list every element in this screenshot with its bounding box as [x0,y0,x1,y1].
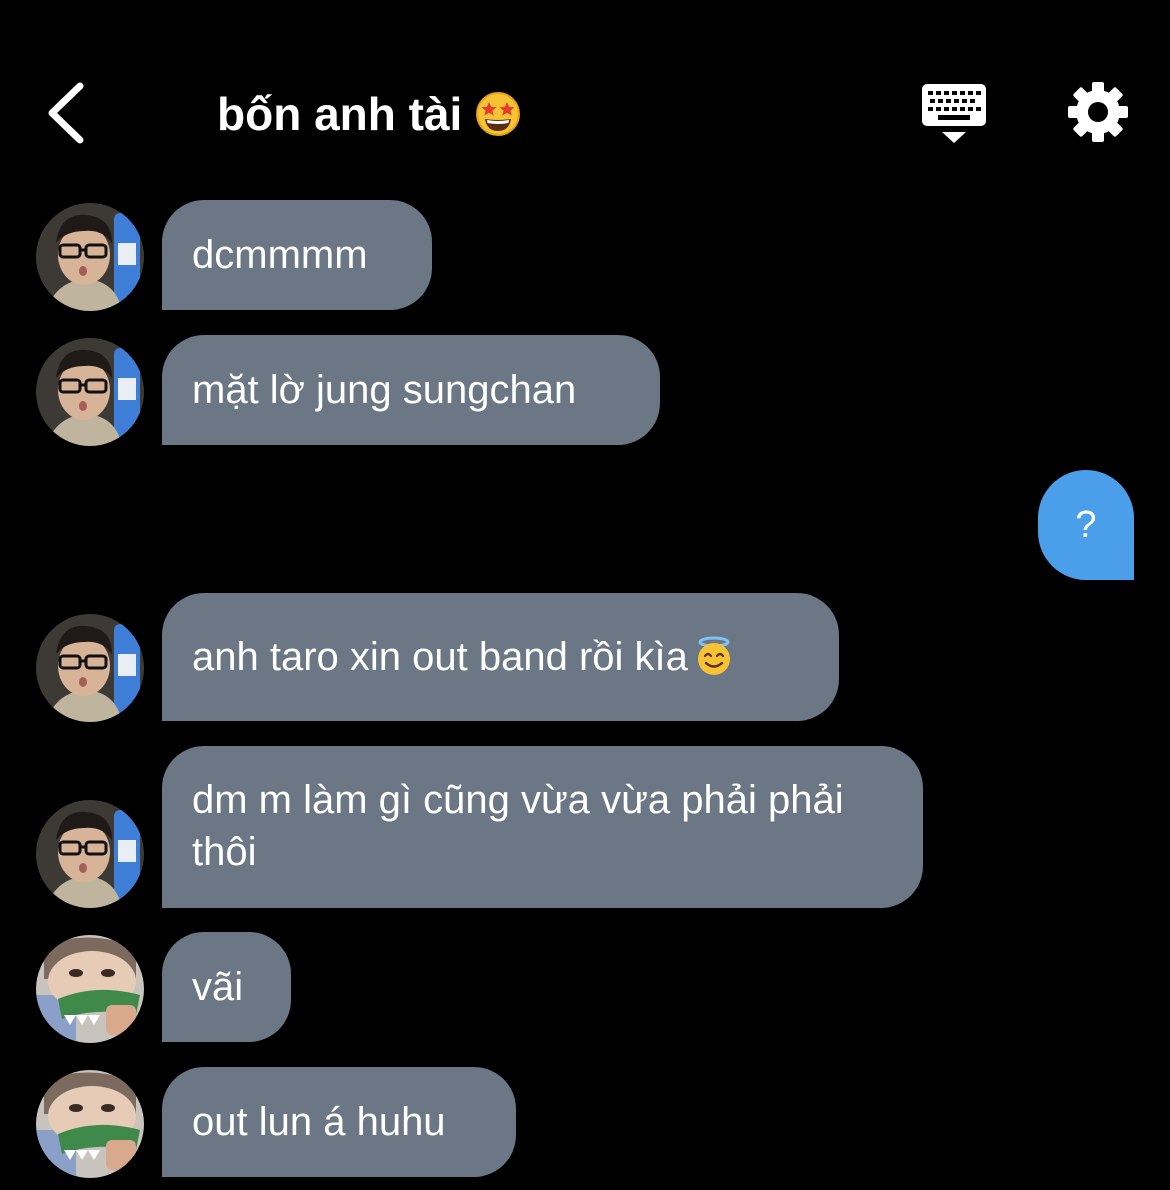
chat-title-text: bốn anh tài [217,88,463,140]
message-text: out lun á huhu [192,1100,446,1144]
message-bubble-incoming[interactable]: dcmmmm [162,200,432,310]
avatar-image [36,338,144,446]
avatar-image [36,1070,144,1178]
message-bubble-outgoing[interactable]: ? [1038,470,1134,580]
avatar-person-glasses[interactable] [36,800,144,908]
message-text: mặt lờ jung sungchan [192,368,577,412]
message-text: vãi [192,965,244,1009]
avatar-person-glasses[interactable] [36,338,144,446]
message-bubble-incoming[interactable]: anh taro xin out band rồi kìa [162,593,839,721]
settings-button[interactable] [1066,80,1130,144]
chevron-left-icon [48,82,84,144]
avatar-person-glasses[interactable] [36,614,144,722]
message-text: dcmmmm [192,233,368,277]
avatar-person-crocodile[interactable] [36,1070,144,1178]
keyboard-button[interactable] [920,82,988,144]
avatar-image [36,800,144,908]
smiling-face-with-halo-icon [697,636,730,675]
chat-title: bốn anh tài [217,84,522,144]
avatar-image [36,203,144,311]
message-bubble-incoming[interactable]: vãi [162,932,291,1042]
chat-screen: bốn anh tài dcmmmm mặt lờ jung sungchan … [0,0,1170,1190]
avatar-person-glasses[interactable] [36,203,144,311]
back-button[interactable] [40,78,100,148]
avatar-image [36,935,144,1043]
message-bubble-incoming[interactable]: mặt lờ jung sungchan [162,335,660,445]
message-text: dm m làm gì cũng vừa vừa phải phải thôi [192,778,844,874]
message-text: anh taro xin out band rồi kìa [192,635,688,679]
avatar-image [36,614,144,722]
keyboard-icon [922,84,986,143]
gear-icon [1068,82,1128,142]
star-struck-emoji-icon [476,92,521,136]
avatar-person-crocodile[interactable] [36,935,144,1043]
message-bubble-incoming[interactable]: dm m làm gì cũng vừa vừa phải phải thôi [162,746,923,908]
message-bubble-incoming[interactable]: out lun á huhu [162,1067,516,1177]
message-text: ? [1075,503,1097,546]
